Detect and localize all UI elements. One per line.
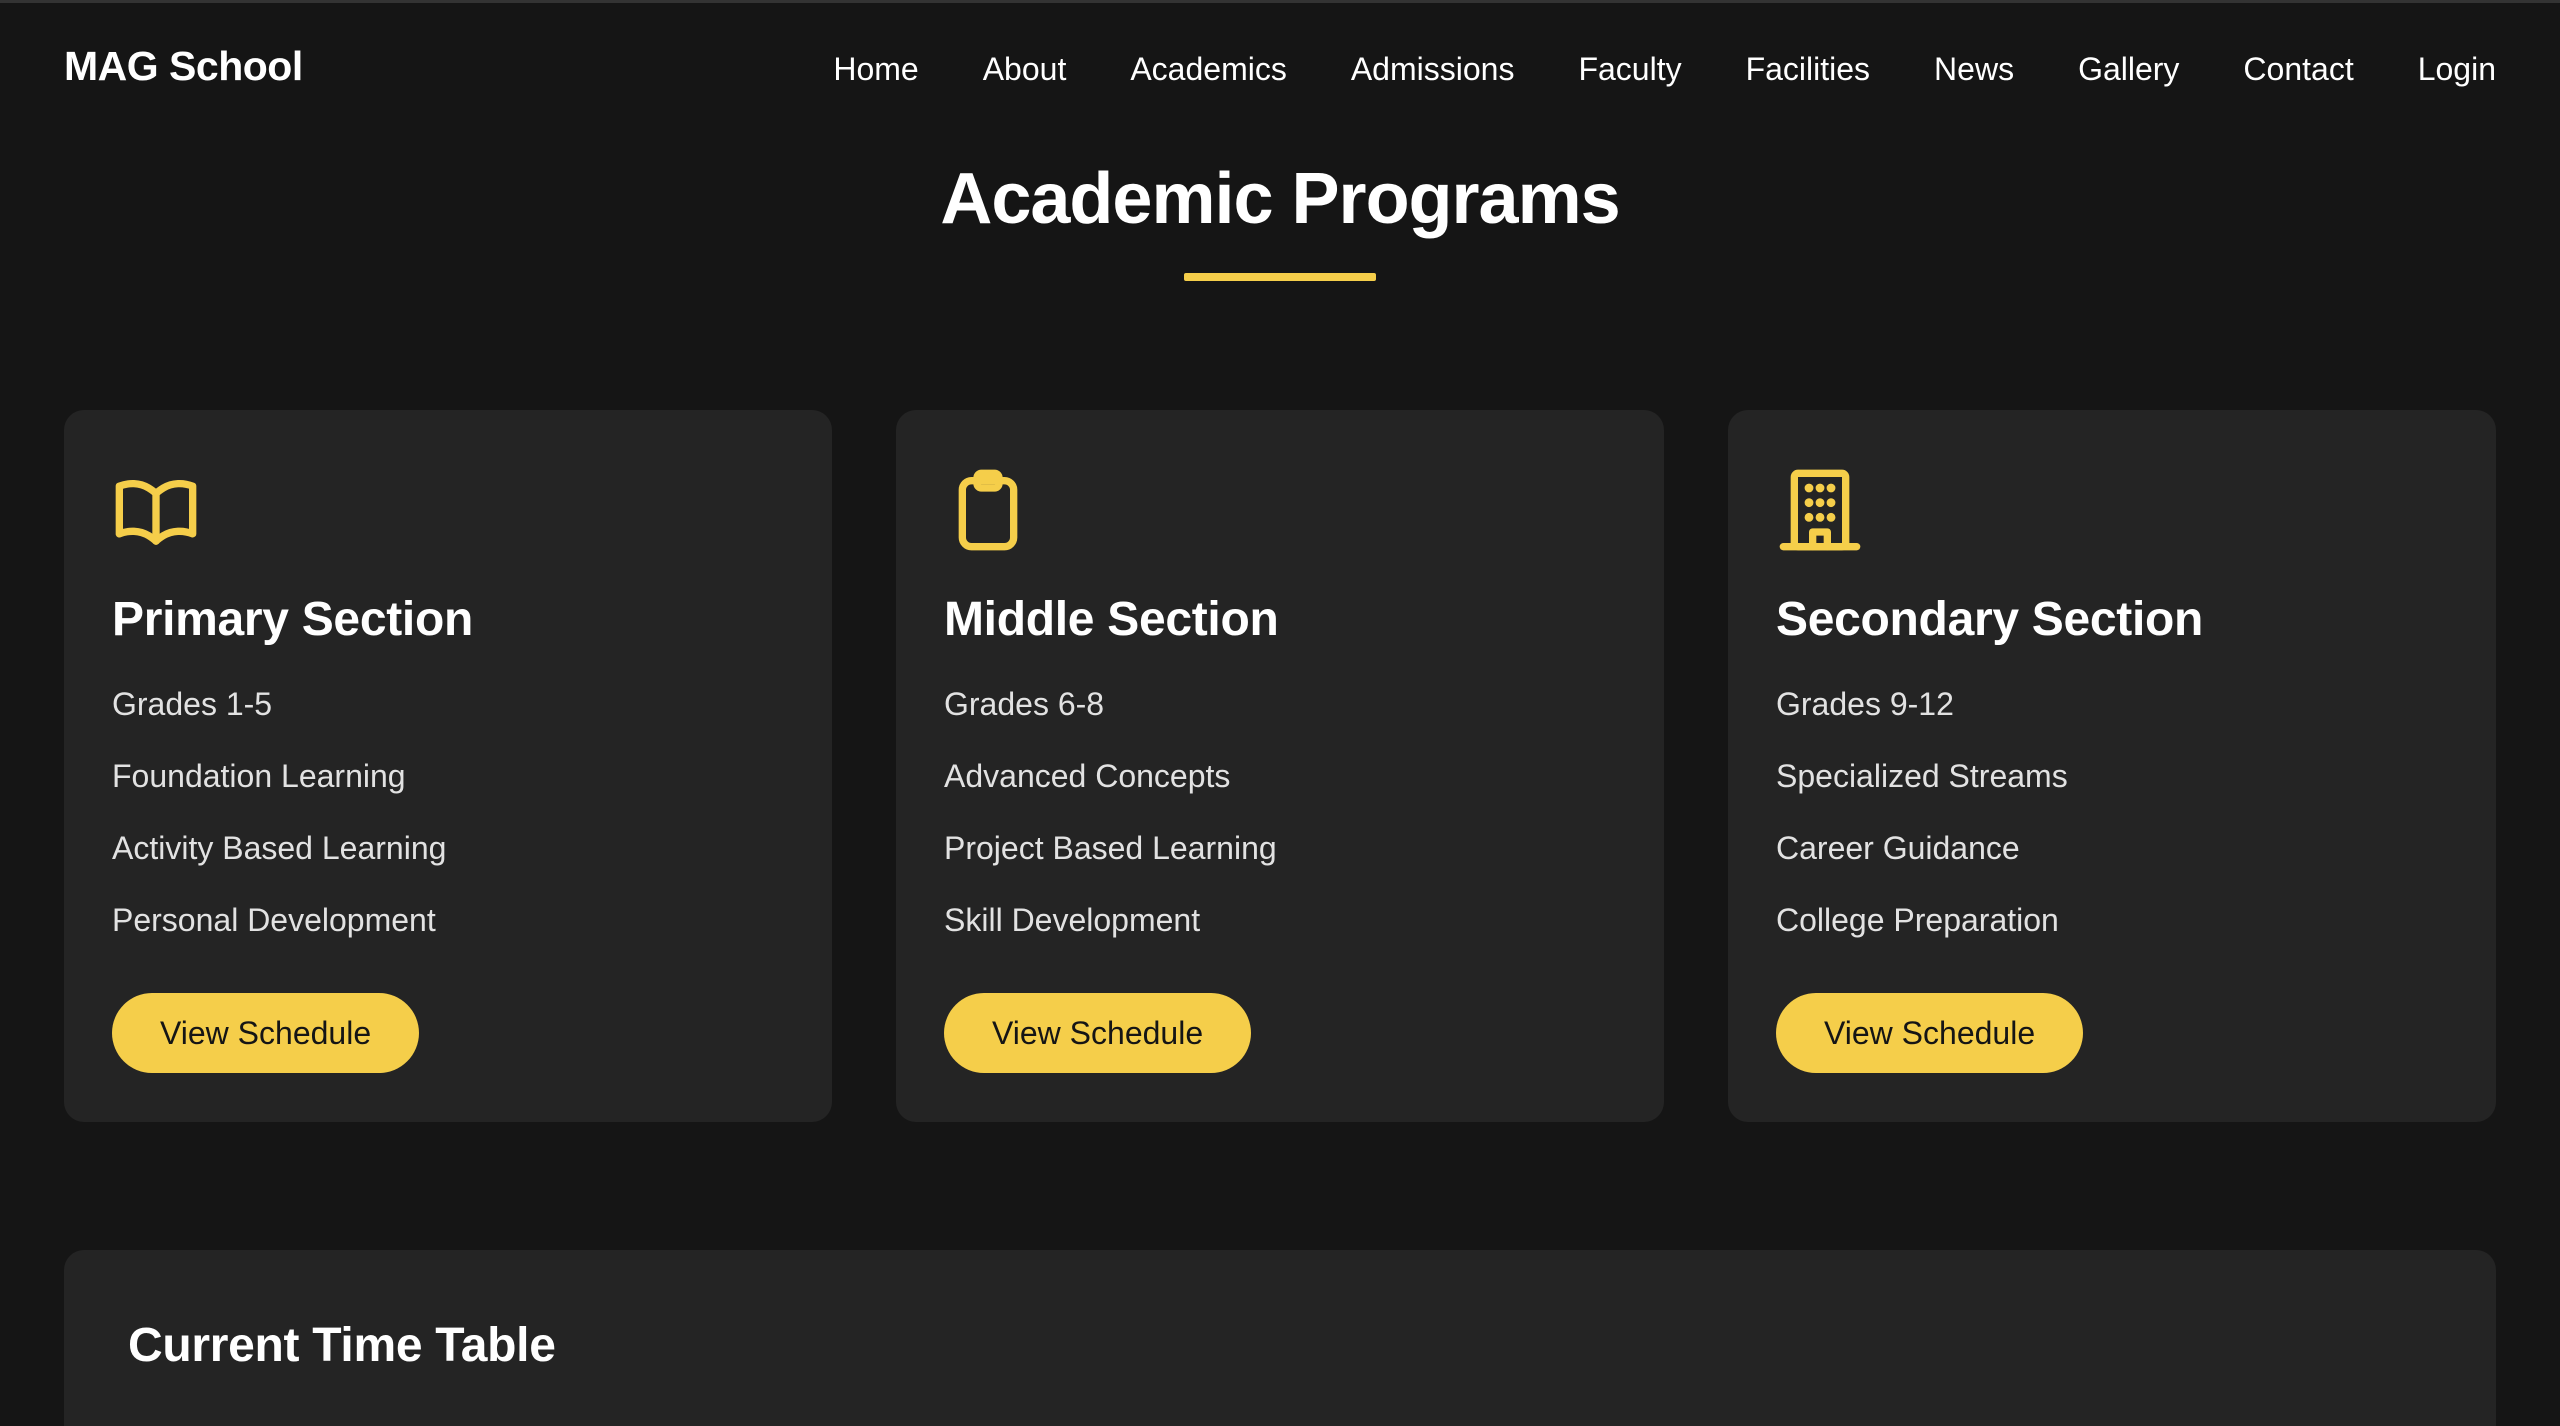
page: MAG School Home About Academics Admissio… bbox=[0, 0, 2560, 1426]
program-card-secondary: Secondary Section Grades 9-12 Specialize… bbox=[1728, 410, 2496, 1122]
title-underline bbox=[1184, 273, 1376, 281]
nav-contact[interactable]: Contact bbox=[2243, 49, 2353, 89]
list-item: Grades 6-8 bbox=[944, 686, 1105, 722]
list-item: Specialized Streams bbox=[1776, 758, 2068, 794]
card-title: Primary Section bbox=[112, 593, 473, 646]
view-schedule-button[interactable]: View Schedule bbox=[944, 993, 1252, 1073]
view-schedule-button[interactable]: View Schedule bbox=[1776, 993, 2084, 1073]
nav-facilities[interactable]: Facilities bbox=[1746, 49, 1870, 89]
list-item: Activity Based Learning bbox=[112, 830, 447, 866]
section-title: Academic Programs bbox=[940, 159, 1620, 239]
program-card-middle: Middle Section Grades 6-8 Advanced Conce… bbox=[896, 410, 1664, 1122]
list-item: Project Based Learning bbox=[944, 830, 1277, 866]
nav-academics[interactable]: Academics bbox=[1130, 49, 1287, 89]
card-feature-list: Grades 6-8 Advanced Concepts Project Bas… bbox=[944, 684, 1616, 940]
list-item: Foundation Learning bbox=[112, 758, 406, 794]
nav-news[interactable]: News bbox=[1934, 49, 2014, 89]
program-cards: Primary Section Grades 1-5 Foundation Le… bbox=[64, 410, 2496, 1122]
timetable-title: Current Time Table bbox=[128, 1319, 556, 1372]
nav-gallery[interactable]: Gallery bbox=[2078, 49, 2179, 89]
clipboard-icon bbox=[944, 466, 1032, 554]
nav-admissions[interactable]: Admissions bbox=[1351, 49, 1515, 89]
card-title: Middle Section bbox=[944, 593, 1279, 646]
timetable-panel: Current Time Table bbox=[64, 1250, 2496, 1426]
card-feature-list: Grades 1-5 Foundation Learning Activity … bbox=[112, 684, 784, 940]
list-item: Advanced Concepts bbox=[944, 758, 1231, 794]
building-icon bbox=[1776, 466, 1864, 554]
list-item: College Preparation bbox=[1776, 902, 2059, 938]
list-item: Grades 9-12 bbox=[1776, 686, 1954, 722]
site-logo-text[interactable]: MAG School bbox=[64, 43, 303, 90]
program-card-primary: Primary Section Grades 1-5 Foundation Le… bbox=[64, 410, 832, 1122]
list-item: Grades 1-5 bbox=[112, 686, 273, 722]
nav-login[interactable]: Login bbox=[2418, 49, 2496, 89]
card-feature-list: Grades 9-12 Specialized Streams Career G… bbox=[1776, 684, 2448, 940]
view-schedule-button[interactable]: View Schedule bbox=[112, 993, 420, 1073]
nav-home[interactable]: Home bbox=[833, 49, 918, 89]
book-open-icon bbox=[112, 466, 200, 554]
nav-faculty[interactable]: Faculty bbox=[1578, 49, 1681, 89]
list-item: Skill Development bbox=[944, 902, 1201, 938]
list-item: Personal Development bbox=[112, 902, 436, 938]
main-nav: Home About Academics Admissions Faculty … bbox=[769, 49, 2496, 89]
card-title: Secondary Section bbox=[1776, 593, 2204, 646]
list-item: Career Guidance bbox=[1776, 830, 2020, 866]
nav-about[interactable]: About bbox=[983, 49, 1067, 89]
top-navigation-bar: MAG School Home About Academics Admissio… bbox=[0, 0, 2560, 130]
